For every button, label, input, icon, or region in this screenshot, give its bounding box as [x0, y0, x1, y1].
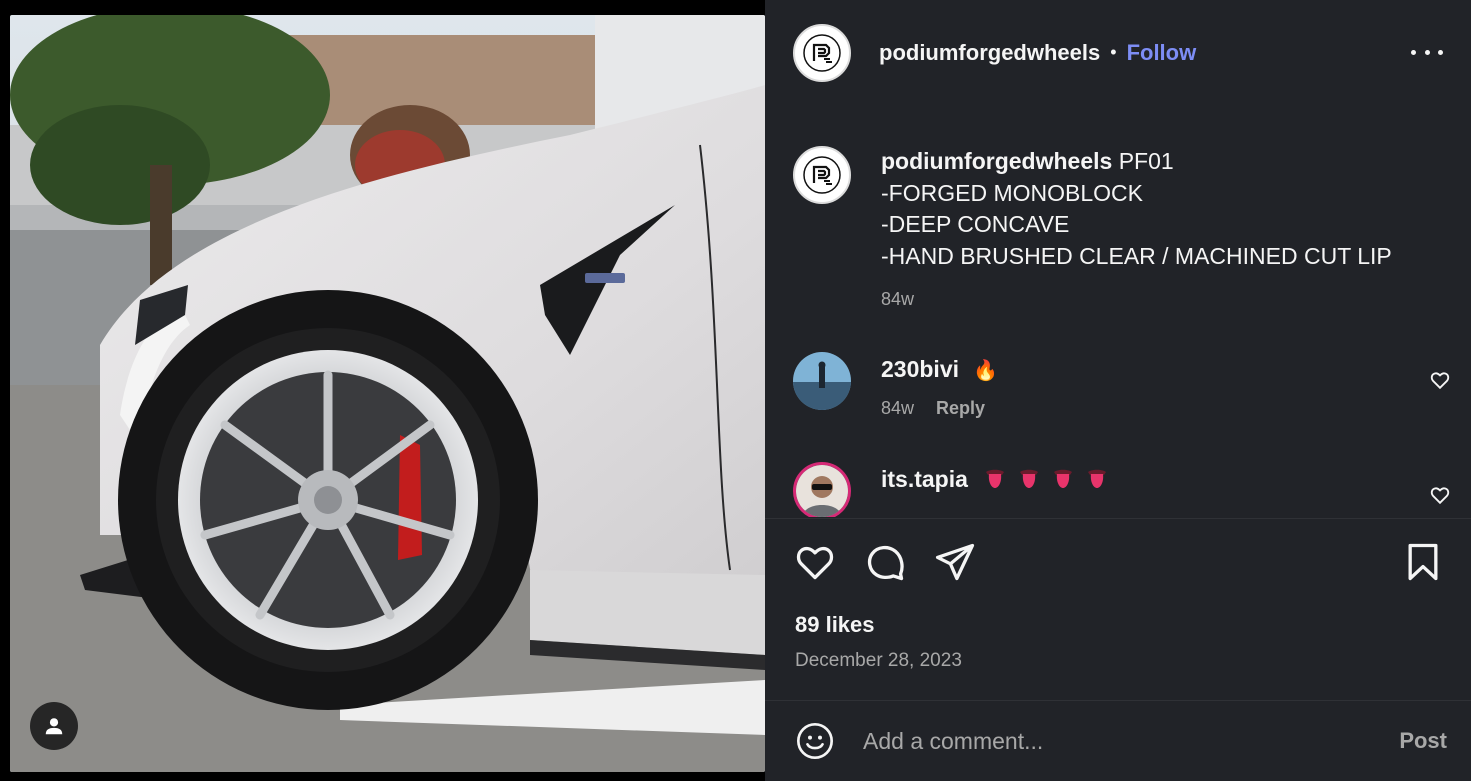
- tongue-emoji-icon: [1088, 469, 1107, 488]
- media-pane: [0, 0, 765, 781]
- comment-text: [984, 466, 1120, 492]
- caption-author-avatar[interactable]: [793, 146, 851, 204]
- separator-dot: •: [1110, 42, 1117, 62]
- comment-like-icon[interactable]: [1429, 369, 1451, 391]
- comment-input[interactable]: [863, 727, 1343, 755]
- comment-username[interactable]: 230bivi: [881, 356, 959, 382]
- author-username[interactable]: podiumforgedwheels: [879, 40, 1100, 66]
- caption-body: podiumforgedwheels PF01 -FORGED MONOBLOC…: [881, 146, 1392, 316]
- more-horizontal-icon: [1411, 49, 1416, 55]
- post-comment-button[interactable]: Post: [1399, 728, 1447, 754]
- send-icon[interactable]: [933, 540, 977, 584]
- caption-line: -DEEP CONCAVE: [881, 211, 1070, 237]
- comment-icon[interactable]: [863, 540, 907, 584]
- tagged-users-button[interactable]: [30, 702, 78, 750]
- action-bar: [793, 540, 1443, 584]
- post-date: December 28, 2023: [795, 650, 962, 671]
- caption-line: -HAND BRUSHED CLEAR / MACHINED CUT LIP: [881, 242, 1392, 269]
- emoji-icon[interactable]: [795, 721, 835, 761]
- likes-count[interactable]: 89 likes: [795, 612, 875, 638]
- comment-item: its.tapia: [793, 462, 1453, 517]
- comment-composer: Post: [765, 701, 1471, 781]
- commenter-avatar[interactable]: [793, 462, 851, 517]
- tongue-emoji-icon: [1020, 469, 1039, 488]
- caption-text: PF01: [1118, 148, 1174, 174]
- author-avatar[interactable]: [793, 23, 851, 82]
- bookmark-icon[interactable]: [1401, 540, 1445, 584]
- caption: podiumforgedwheels PF01 -FORGED MONOBLOC…: [793, 146, 1392, 316]
- comment-item: 230bivi 🔥 84w Reply: [793, 352, 1453, 419]
- commenter-avatar[interactable]: [793, 352, 851, 410]
- follow-button[interactable]: Follow: [1127, 40, 1197, 66]
- reply-button[interactable]: Reply: [936, 398, 985, 419]
- heart-icon[interactable]: [793, 540, 837, 584]
- post-photo[interactable]: [10, 15, 765, 772]
- post-details-panel: podiumforgedwheels • Follow podiumforged…: [765, 0, 1471, 781]
- post-header: podiumforgedwheels • Follow: [765, 0, 1471, 105]
- comment-like-icon[interactable]: [1429, 484, 1451, 506]
- user-icon: [45, 718, 63, 735]
- comment-text: 🔥: [973, 360, 999, 382]
- divider: [765, 518, 1471, 519]
- more-options-button[interactable]: [1411, 40, 1443, 64]
- caption-age: 84w: [881, 289, 915, 309]
- comment-age: 84w: [881, 398, 915, 418]
- podium-logo-icon: [803, 33, 841, 72]
- tongue-emoji-icon: [1054, 469, 1073, 488]
- podium-logo-icon: [803, 156, 841, 194]
- tongue-emoji-icon: [986, 469, 1005, 488]
- caption-author[interactable]: podiumforgedwheels: [881, 148, 1112, 174]
- comment-username[interactable]: its.tapia: [881, 466, 968, 492]
- post-viewer: podiumforgedwheels • Follow podiumforged…: [0, 0, 1471, 781]
- caption-line: -FORGED MONOBLOCK: [881, 179, 1143, 206]
